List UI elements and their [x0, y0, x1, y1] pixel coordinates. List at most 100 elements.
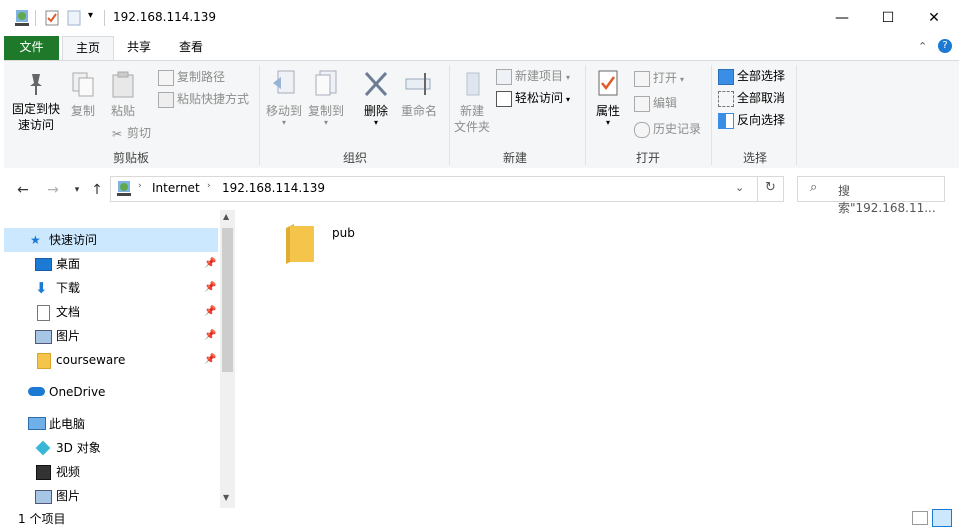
new-group-label: 新建 [502, 151, 527, 165]
desktop-icon [35, 258, 52, 271]
nav-item-label: 图片 [56, 489, 81, 503]
pin-label-line2: 速访问 [17, 118, 54, 132]
pin-icon: 📌 [204, 306, 217, 317]
paste-label: 粘贴 [110, 104, 135, 118]
paste-shortcut-icon [158, 91, 174, 108]
easy-access-dropdown-icon: ▾ [566, 95, 571, 104]
cut-button[interactable]: ✂ 剪切 [110, 123, 151, 143]
forward-button[interactable]: → [43, 180, 63, 200]
recent-locations-icon[interactable]: ▾ [67, 180, 87, 200]
status-bar: 1 个项目 [0, 508, 963, 530]
tab-home[interactable]: 主页 [62, 36, 114, 61]
video-icon [36, 465, 51, 480]
nav-quick-access-label: 快速访问 [49, 233, 98, 247]
properties-icon[interactable] [44, 9, 60, 27]
nav-item-label: 3D 对象 [56, 441, 101, 455]
pin-icon: 📌 [204, 258, 217, 269]
move-to-dropdown-icon: ▾ [281, 118, 286, 127]
copy-to-button[interactable]: 复制到 ▾ [306, 69, 346, 127]
copy-icon [72, 72, 94, 97]
new-folder-button[interactable]: 新建 文件夹 [452, 69, 492, 135]
pin-label-line1: 固定到快 [11, 102, 60, 116]
copy-path-button[interactable]: 复制路径 [158, 67, 225, 87]
open-button[interactable]: 打开 ▾ [634, 68, 684, 88]
network-icon [117, 181, 131, 196]
quick-access-dropdown-icon[interactable]: ▾ [88, 10, 93, 21]
breadcrumb-host[interactable]: 192.168.114.139 [222, 181, 325, 195]
copy-button[interactable]: 复制 [66, 71, 100, 119]
pin-icon [30, 74, 42, 95]
paste-icon [112, 71, 134, 98]
refresh-icon[interactable]: ↻ [765, 180, 776, 195]
scrollbar-thumb[interactable] [222, 228, 233, 372]
nav-pc-item-videos[interactable]: 视频 [4, 460, 218, 484]
3d-objects-icon [35, 440, 51, 456]
pin-quick-access-button[interactable]: 固定到快 速访问 [8, 71, 64, 133]
help-icon[interactable]: ? [938, 39, 952, 53]
minimize-button[interactable]: — [819, 0, 865, 36]
invert-selection-button[interactable]: 反向选择 [718, 110, 785, 130]
maximize-button[interactable]: ☐ [865, 0, 911, 36]
tab-view[interactable]: 查看 [168, 36, 214, 60]
nav-onedrive-label: OneDrive [49, 385, 106, 399]
nav-item-downloads[interactable]: ⬇ 下载 📌 [4, 276, 218, 300]
list-item[interactable]: pub [284, 222, 414, 268]
select-none-button[interactable]: 全部取消 [718, 88, 785, 108]
tab-file[interactable]: 文件 [4, 36, 59, 60]
copy-to-dropdown-icon: ▾ [323, 118, 328, 127]
easy-access-button[interactable]: 轻松访问 ▾ [496, 88, 570, 108]
breadcrumb-internet[interactable]: Internet [152, 181, 200, 195]
file-name: pub [332, 226, 355, 240]
select-none-label: 全部取消 [737, 91, 786, 105]
nav-item-label: 文档 [56, 305, 81, 319]
nav-item-pictures[interactable]: 图片 📌 [4, 324, 218, 348]
address-bar[interactable]: › Internet › 192.168.114.139 ⌄ ↻ [110, 176, 784, 202]
scroll-down-icon[interactable]: ▼ [223, 493, 229, 502]
close-button[interactable]: ✕ [911, 0, 957, 36]
nav-item-desktop[interactable]: 桌面 📌 [4, 252, 218, 276]
nav-this-pc[interactable]: 此电脑 [4, 412, 218, 436]
breadcrumb-separator-icon: › [138, 181, 142, 191]
move-to-icon [273, 70, 295, 94]
properties-button[interactable]: 属性 ▾ [590, 69, 626, 127]
computer-icon [28, 417, 46, 430]
nav-pc-item-3d[interactable]: 3D 对象 [4, 436, 218, 460]
navigation-pane: ★ 快速访问 桌面 📌 ⬇ 下载 📌 文档 📌 图片 📌 courseware … [4, 210, 236, 508]
clipboard-group-label: 剪贴板 [112, 151, 149, 165]
large-icons-view-icon[interactable] [932, 509, 952, 527]
new-item-dropdown-icon: ▾ [566, 73, 571, 82]
delete-button[interactable]: 删除 ▾ [358, 69, 394, 127]
new-item-button[interactable]: 新建项目 ▾ [496, 66, 570, 86]
details-view-icon[interactable] [912, 511, 928, 525]
nav-quick-access[interactable]: ★ 快速访问 [4, 228, 218, 252]
address-dropdown-icon[interactable]: ⌄ [735, 181, 744, 194]
nav-pc-item-pictures[interactable]: 图片 [4, 484, 218, 508]
edit-button[interactable]: 编辑 [634, 93, 677, 113]
history-button[interactable]: 历史记录 [634, 119, 701, 139]
title-bar: ▾ 192.168.114.139 — ☐ ✕ [0, 0, 963, 36]
search-input[interactable]: ⌕ 搜索"192.168.11... [797, 176, 945, 215]
new-item-icon [496, 68, 512, 85]
new-folder-icon[interactable] [66, 9, 82, 27]
copy-path-label: 复制路径 [177, 70, 226, 84]
up-button[interactable]: ↑ [87, 180, 107, 200]
move-to-button[interactable]: 移动到 ▾ [264, 69, 304, 127]
edit-icon [634, 95, 650, 112]
nav-scrollbar[interactable]: ▲ ▼ [220, 210, 235, 508]
paste-shortcut-button[interactable]: 粘贴快捷方式 [158, 89, 249, 109]
pin-icon: 📌 [204, 354, 217, 365]
collapse-ribbon-icon[interactable]: ⌃ [918, 40, 927, 53]
copy-to-label: 复制到 [307, 104, 344, 118]
rename-button[interactable]: 重命名 [396, 69, 442, 119]
ribbon: 固定到快 速访问 复制 粘贴 复制路径 粘贴快捷方式 ✂ 剪切 剪贴板 移动到 ▾… [4, 60, 959, 170]
nav-item-documents[interactable]: 文档 📌 [4, 300, 218, 324]
tab-share[interactable]: 共享 [116, 36, 162, 60]
nav-item-label: courseware [56, 353, 126, 367]
paste-button[interactable]: 粘贴 [106, 71, 140, 119]
select-all-button[interactable]: 全部选择 [718, 66, 785, 86]
organize-group-label: 组织 [342, 151, 367, 165]
nav-onedrive[interactable]: OneDrive [4, 380, 218, 404]
scroll-up-icon[interactable]: ▲ [223, 212, 229, 221]
nav-item-courseware[interactable]: courseware 📌 [4, 348, 218, 372]
back-button[interactable]: ← [13, 180, 33, 200]
